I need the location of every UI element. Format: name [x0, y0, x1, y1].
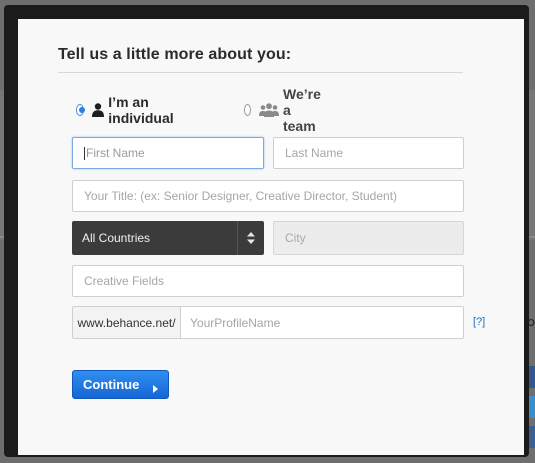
title-divider: [58, 72, 463, 73]
text-cursor: [84, 146, 85, 160]
team-label: We’re a team: [282, 86, 321, 134]
country-select[interactable]: All Countries: [72, 221, 264, 255]
first-name-placeholder: First Name: [86, 146, 145, 160]
profile-url-field: www.behance.net/ YourProfileName: [72, 306, 464, 339]
individual-label: I’m an individual: [108, 94, 174, 126]
profile-name-input[interactable]: YourProfileName: [181, 307, 463, 338]
continue-label: Continue: [83, 377, 140, 392]
creative-fields-placeholder: Creative Fields: [84, 274, 165, 288]
continue-button[interactable]: Continue: [72, 370, 169, 399]
modal-title: Tell us a little more about you:: [58, 46, 292, 63]
title-placeholder: Your Title: (ex: Senior Designer, Creati…: [84, 189, 398, 203]
profile-url-help-link[interactable]: [?]: [473, 316, 485, 328]
city-placeholder: City: [285, 231, 306, 245]
individual-option[interactable]: I’m an individual: [76, 94, 177, 126]
individual-radio[interactable]: [76, 104, 86, 116]
url-prefix: www.behance.net/: [73, 307, 181, 338]
select-arrows-icon: [237, 221, 264, 255]
creative-fields-input[interactable]: Creative Fields: [72, 265, 464, 297]
last-name-placeholder: Last Name: [285, 146, 344, 160]
country-selected-value: All Countries: [82, 231, 151, 245]
person-icon: [92, 103, 105, 117]
last-name-input[interactable]: Last Name: [273, 137, 464, 169]
group-icon: [258, 103, 279, 117]
profile-name-placeholder: YourProfileName: [190, 315, 281, 330]
first-name-input[interactable]: First Name: [72, 137, 264, 169]
city-input[interactable]: City: [273, 221, 464, 255]
chevron-right-icon: [153, 381, 158, 396]
title-input[interactable]: Your Title: (ex: Senior Designer, Creati…: [72, 180, 464, 212]
team-option[interactable]: We’re a team: [244, 86, 326, 134]
team-radio[interactable]: [244, 104, 251, 116]
